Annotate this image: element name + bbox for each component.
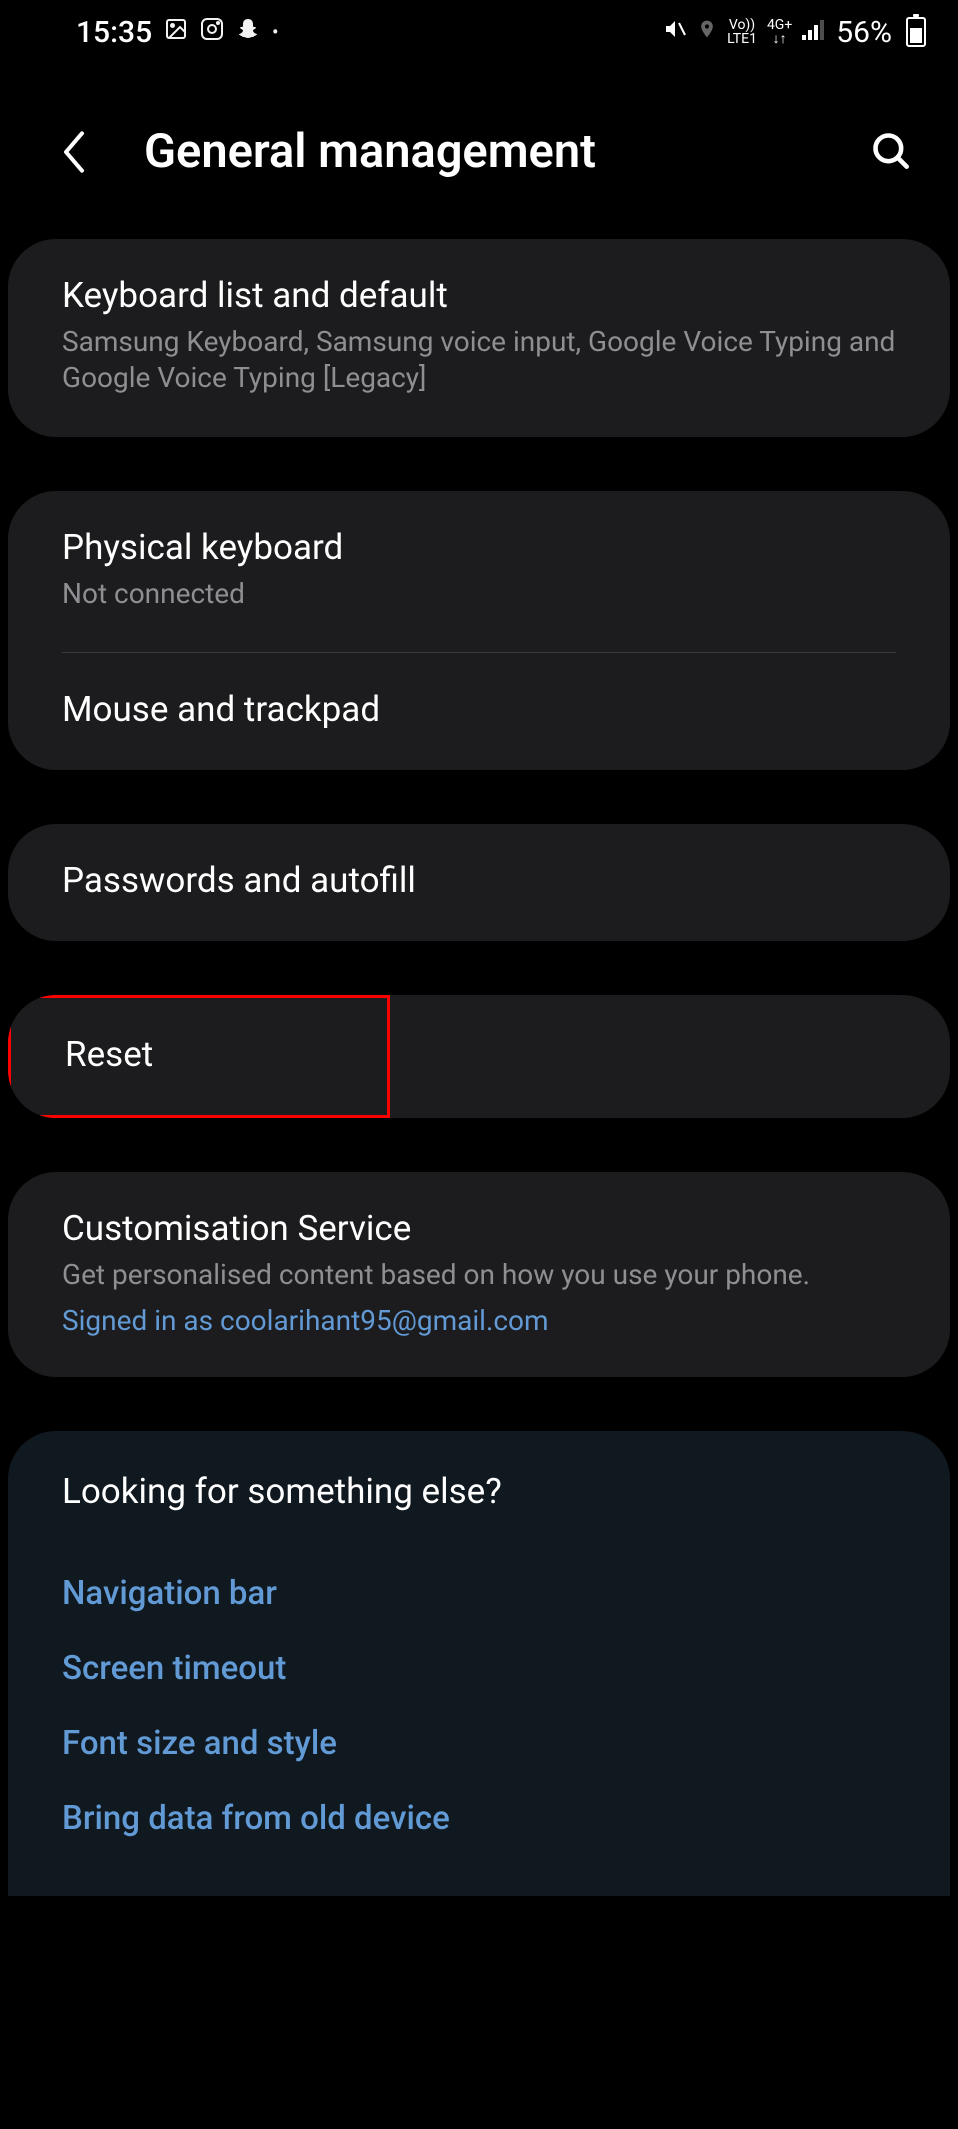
item-title: Keyboard list and default [62,275,896,316]
data-arrows-icon: ↓↑ [773,32,787,46]
item-title: Passwords and autofill [62,860,896,901]
suggestion-screen-timeout[interactable]: Screen timeout [62,1631,896,1706]
location-icon [697,17,717,48]
item-title: Physical keyboard [62,527,896,568]
header: General management [0,64,958,239]
gallery-icon [164,17,188,47]
item-customisation-service[interactable]: Customisation Service Get personalised c… [8,1172,950,1376]
signal-icon [802,17,826,47]
card-passwords-autofill: Passwords and autofill [8,824,950,941]
card-reset: Reset [8,995,950,1118]
card-customisation-service: Customisation Service Get personalised c… [8,1172,950,1376]
mute-icon [663,17,687,48]
item-title: Mouse and trackpad [62,689,896,730]
card-suggestions: Looking for something else? Navigation b… [8,1431,950,1896]
item-signed-in-link[interactable]: Signed in as coolarihant95@gmail.com [62,1304,896,1337]
battery-percent: 56% [836,15,892,50]
item-subtitle: Get personalised content based on how yo… [62,1257,896,1293]
highlight-reset: Reset [8,995,390,1118]
suggestion-font-size-style[interactable]: Font size and style [62,1706,896,1781]
item-subtitle: Samsung Keyboard, Samsung voice input, G… [62,324,896,397]
status-left: 15:35 • [76,15,278,50]
network-4g-icon: 4G+ [767,18,792,32]
status-right: Vo)) LTE1 4G+ ↓↑ 56% [663,15,926,50]
item-title: Customisation Service [62,1208,896,1249]
status-bar: 15:35 • Vo)) LTE1 4G+ ↓↑ 56% [0,0,958,64]
suggestion-navigation-bar[interactable]: Navigation bar [62,1556,896,1631]
item-keyboard-list-default[interactable]: Keyboard list and default Samsung Keyboa… [8,239,950,437]
instagram-icon [200,17,224,47]
status-time: 15:35 [76,15,152,50]
item-title: Reset [65,1034,153,1075]
item-mouse-trackpad[interactable]: Mouse and trackpad [8,653,950,770]
battery-icon [906,17,926,47]
lte-icon: LTE1 [727,32,757,46]
page-title: General management [144,124,866,179]
suggestion-bring-data[interactable]: Bring data from old device [62,1781,896,1856]
item-reset[interactable]: Reset [11,998,207,1115]
snapchat-icon [236,17,260,47]
back-button[interactable] [48,126,100,178]
item-physical-keyboard[interactable]: Physical keyboard Not connected [8,491,950,652]
card-keyboard-default: Keyboard list and default Samsung Keyboa… [8,239,950,437]
item-passwords-autofill[interactable]: Passwords and autofill [8,824,950,941]
suggestions-title: Looking for something else? [62,1471,896,1512]
item-subtitle: Not connected [62,576,896,612]
search-button[interactable] [866,126,918,178]
dot-icon: • [272,22,278,43]
volte-icon: Vo)) [729,18,755,32]
card-physical-input: Physical keyboard Not connected Mouse an… [8,491,950,770]
